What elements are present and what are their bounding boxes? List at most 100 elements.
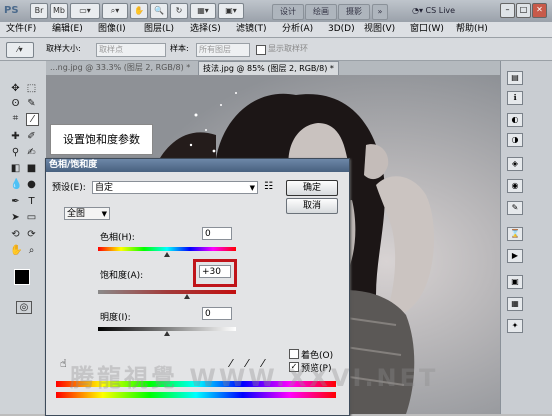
layers-panel-icon[interactable]: ◈ <box>507 157 523 171</box>
sample-select[interactable]: 所有图层 <box>196 43 250 57</box>
lightness-label: 明度(I): <box>100 313 131 323</box>
history-brush-tool-icon[interactable]: ✍ <box>26 147 37 158</box>
extras-icon[interactable]: ▭▾ <box>70 3 100 19</box>
color-panel-icon[interactable]: ▣ <box>507 275 523 289</box>
paths-panel-icon[interactable]: ✎ <box>507 201 523 215</box>
workspace-design-button[interactable]: 设计 <box>272 4 304 20</box>
zoom-level-icon[interactable]: ⌕▾ <box>102 3 128 19</box>
menu-bar: 文件(F) 编辑(E) 图像(I) 图层(L) 选择(S) 滤镜(T) 分析(A… <box>0 22 552 38</box>
history-panel-icon[interactable]: ⌛ <box>507 227 523 241</box>
tool-preset-icon[interactable]: ⁄▾ <box>6 42 34 58</box>
3d-orbit-tool-icon[interactable]: ⟳ <box>26 229 37 240</box>
menu-image[interactable]: 图像(I) <box>98 22 126 37</box>
zoom-tool-icon[interactable]: ⌕ <box>26 245 37 256</box>
eraser-tool-icon[interactable]: ◧ <box>10 163 21 174</box>
info-panel-icon[interactable]: ℹ <box>507 91 523 105</box>
screen-mode-icon[interactable]: ▣▾ <box>218 3 244 19</box>
pen-tool-icon[interactable]: ✒ <box>10 196 21 207</box>
cs-live-label: CS Live <box>425 6 456 15</box>
saturation-slider-track[interactable] <box>98 290 236 294</box>
close-icon[interactable]: ✕ <box>532 3 547 18</box>
app-logo: PS <box>4 5 19 16</box>
panel-dock: ▤ ℹ ◐ ◑ ◈ ◉ ✎ ⌛ ▶ ▣ ▦ ✦ <box>500 61 552 414</box>
menu-filter[interactable]: 滤镜(T) <box>236 22 267 37</box>
actions-panel-icon[interactable]: ▶ <box>507 249 523 263</box>
cs-live-button[interactable]: ◔▾ CS Live <box>412 4 455 18</box>
crop-tool-icon[interactable]: ⌗ <box>10 113 21 124</box>
bridge-icon[interactable]: Br <box>30 3 48 19</box>
move-tool-icon[interactable]: ✥ <box>10 83 21 94</box>
chevron-down-icon: ▼ <box>101 210 107 218</box>
preset-options-icon[interactable]: ☷ <box>264 181 273 193</box>
watermark-text: 腾龍視覺 WWW.XXVI.NET <box>70 364 439 392</box>
minibridge-icon[interactable]: Mb <box>50 3 68 19</box>
menu-layer[interactable]: 图层(L) <box>144 22 174 37</box>
hand-tool-icon[interactable]: ✋ <box>10 245 22 256</box>
type-tool-icon[interactable]: T <box>26 196 37 207</box>
swatches-panel-icon[interactable]: ▦ <box>507 297 523 311</box>
preset-select[interactable]: 自定 ▼ <box>92 181 258 194</box>
brush-tool-icon[interactable]: ✐ <box>26 131 37 142</box>
quick-mask-icon[interactable]: ◎ <box>16 301 32 314</box>
dialog-title: 色相/饱和度 <box>46 159 349 172</box>
menu-analysis[interactable]: 分析(A) <box>282 22 313 37</box>
cs-live-icon: ◔▾ <box>412 6 426 15</box>
menu-window[interactable]: 窗口(W) <box>410 22 444 37</box>
blur-tool-icon[interactable]: 💧 <box>10 179 22 190</box>
3d-rotate-tool-icon[interactable]: ⟲ <box>10 229 21 240</box>
channels-panel-icon[interactable]: ◉ <box>507 179 523 193</box>
dodge-tool-icon[interactable]: ● <box>26 179 37 190</box>
lightness-slider-knob[interactable] <box>164 331 170 336</box>
path-select-tool-icon[interactable]: ➤ <box>10 212 21 223</box>
styles-panel-icon[interactable]: ✦ <box>507 319 523 333</box>
on-image-adjust-icon[interactable]: ☝ <box>60 357 67 370</box>
menu-file[interactable]: 文件(F) <box>6 22 36 37</box>
hand-tool-icon[interactable]: ✋ <box>130 3 148 19</box>
masks-panel-icon[interactable]: ◑ <box>507 133 523 147</box>
workspace-more-icon[interactable]: » <box>372 4 388 20</box>
clone-stamp-tool-icon[interactable]: ⚲ <box>10 147 21 158</box>
quick-select-tool-icon[interactable]: ✎ <box>26 98 37 109</box>
preset-value: 自定 <box>95 183 114 193</box>
maximize-icon[interactable]: □ <box>516 3 531 18</box>
workspace-paint-button[interactable]: 绘画 <box>305 4 337 20</box>
menu-edit[interactable]: 编辑(E) <box>52 22 83 37</box>
saturation-input[interactable]: +30 <box>199 265 231 278</box>
channel-value: 全图 <box>67 209 86 219</box>
adjustments-panel-icon[interactable]: ◐ <box>507 113 523 127</box>
minimize-icon[interactable]: – <box>500 3 515 18</box>
adjustment-group <box>60 213 282 332</box>
menu-select[interactable]: 选择(S) <box>190 22 221 37</box>
gradient-tool-icon[interactable]: ■ <box>26 163 37 174</box>
lightness-input[interactable]: 0 <box>202 307 232 320</box>
lasso-tool-icon[interactable]: ʘ <box>10 98 21 109</box>
channel-select[interactable]: 全图 ▼ <box>64 207 110 220</box>
cancel-button[interactable]: 取消 <box>286 198 338 214</box>
sample-size-select[interactable]: 取样点 <box>96 43 166 57</box>
foreground-color-swatch[interactable] <box>14 269 30 285</box>
tab-document-2[interactable]: 技法.jpg @ 85% (图层 2, RGB/8) * <box>198 61 339 76</box>
hue-slider-track[interactable] <box>98 247 236 251</box>
histogram-panel-icon[interactable]: ▤ <box>507 71 523 85</box>
workspace-photo-button[interactable]: 摄影 <box>338 4 370 20</box>
document-tabs: ...ng.jpg @ 33.3% (图层 2, RGB/8) * 技法.jpg… <box>46 61 500 76</box>
hue-slider-knob[interactable] <box>164 252 170 257</box>
sample-label: 样本: <box>170 44 189 53</box>
ok-button[interactable]: 确定 <box>286 180 338 196</box>
show-ring-checkbox[interactable] <box>256 45 266 55</box>
menu-3d[interactable]: 3D(D) <box>328 22 355 37</box>
saturation-slider-knob[interactable] <box>184 294 190 299</box>
eyedropper-tool-icon[interactable]: ⁄ <box>26 113 39 126</box>
shape-tool-icon[interactable]: ▭ <box>26 212 37 223</box>
title-bar: PS Br Mb ▭▾ ⌕▾ ✋ 🔍 ↻ ▦▾ ▣▾ 设计 绘画 摄影 » ◔▾… <box>0 0 552 22</box>
healing-tool-icon[interactable]: ✚ <box>10 131 21 142</box>
arrange-documents-icon[interactable]: ▦▾ <box>190 3 216 19</box>
tools-panel: ✥ ⬚ ʘ ✎ ⌗ ⁄ ✚ ✐ ⚲ ✍ ◧ ■ 💧 ● ✒ T ➤ ▭ ⟲ ⟳ … <box>0 61 47 414</box>
menu-help[interactable]: 帮助(H) <box>456 22 488 37</box>
rotate-view-icon[interactable]: ↻ <box>170 3 188 19</box>
marquee-tool-icon[interactable]: ⬚ <box>26 83 37 94</box>
hue-input[interactable]: 0 <box>202 227 232 240</box>
tab-document-1[interactable]: ...ng.jpg @ 33.3% (图层 2, RGB/8) * <box>46 61 194 75</box>
zoom-tool-icon[interactable]: 🔍 <box>150 3 168 19</box>
menu-view[interactable]: 视图(V) <box>364 22 395 37</box>
